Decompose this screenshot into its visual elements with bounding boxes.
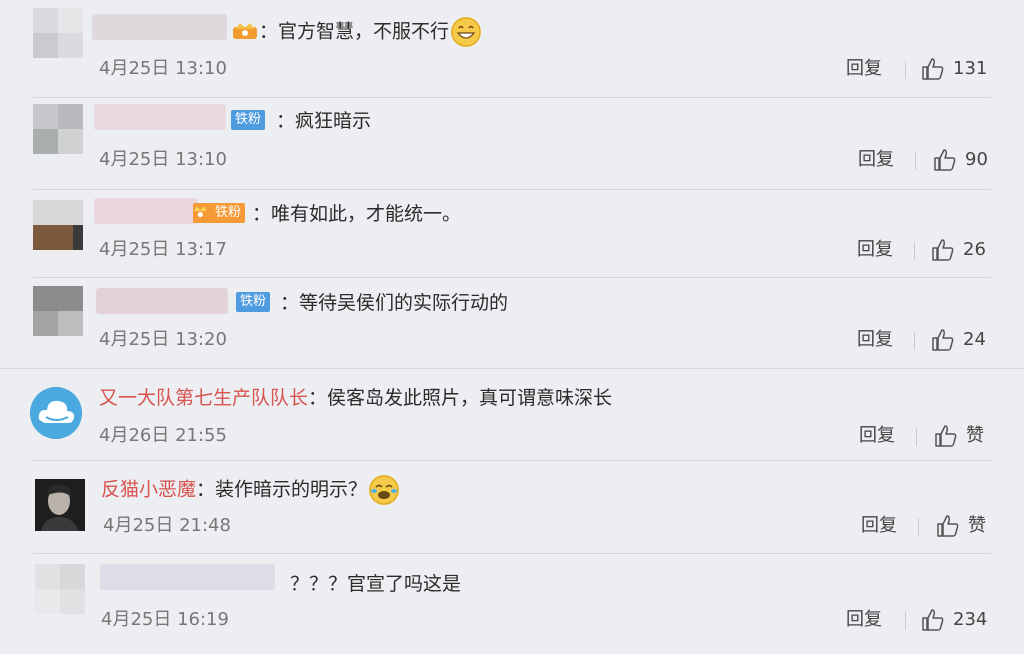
divider	[905, 61, 906, 79]
cloud-avatar-icon	[30, 387, 82, 439]
portrait-avatar-icon	[35, 479, 85, 531]
avatar[interactable]	[35, 564, 85, 614]
like-count: 赞	[968, 515, 986, 536]
comment-item: ？？？官宣了吗这是 4月25日 16:19 回复 234	[0, 554, 1024, 654]
comment-item: 铁粉 ：疯狂暗示 4月25日 13:10 回复 90	[0, 98, 1024, 188]
like-count: 26	[963, 239, 986, 260]
thumbs-up-icon	[922, 609, 944, 631]
like-button[interactable]: 24	[931, 327, 986, 353]
separator	[0, 368, 1024, 369]
like-button[interactable]: 90	[933, 147, 988, 173]
comment-time: 4月25日 13:10	[99, 149, 227, 170]
thumbs-up-icon	[922, 58, 944, 80]
avatar[interactable]	[30, 387, 82, 439]
divider	[916, 428, 917, 446]
divider	[905, 612, 906, 630]
fan-badge: 铁粉	[231, 110, 266, 130]
like-count: 90	[965, 149, 988, 170]
comment-list: ：官方智慧，不服不行 4月25日 13:10 回复 131 铁粉 ：疯狂暗示 4…	[0, 0, 1024, 654]
comment-text: 又一大队第七生产队队长：侯客岛发此照片，真可谓意味深长	[99, 387, 613, 409]
comment-time: 4月26日 21:55	[99, 425, 227, 446]
grin-emoji-icon	[451, 17, 482, 47]
comment-text: ：官方智慧，不服不行	[259, 17, 482, 47]
crown-icon	[191, 202, 217, 222]
thumbs-up-icon	[932, 239, 954, 261]
like-button[interactable]: 赞	[934, 423, 984, 449]
avatar[interactable]	[33, 286, 83, 336]
reply-button[interactable]: 回复	[857, 328, 893, 352]
avatar[interactable]	[33, 104, 83, 154]
like-count: 131	[953, 58, 988, 79]
crown-icon	[232, 20, 258, 40]
thumbs-up-icon	[932, 329, 954, 351]
thumbs-up-icon	[937, 515, 959, 537]
comment-text: ？？？官宣了吗这是	[290, 573, 462, 595]
reply-button[interactable]: 回复	[846, 57, 882, 81]
reply-button[interactable]: 回复	[846, 608, 882, 632]
username-redacted[interactable]	[92, 14, 227, 40]
like-count: 24	[963, 329, 986, 350]
username-redacted[interactable]	[100, 564, 275, 590]
laugh-cry-emoji-icon	[369, 475, 400, 505]
comment-item: 铁粉 ：唯有如此，才能统一。 4月25日 13:17 回复 26	[0, 190, 1024, 278]
thumbs-up-icon	[934, 149, 956, 171]
like-count: 234	[953, 609, 988, 630]
username-link[interactable]: 又一大队第七生产队队长	[99, 387, 308, 409]
like-button[interactable]: 131	[921, 56, 987, 82]
comment-time: 4月25日 13:17	[99, 239, 227, 260]
reply-button[interactable]: 回复	[861, 514, 897, 538]
like-button[interactable]: 234	[921, 607, 987, 633]
comment-time: 4月25日 16:19	[101, 609, 229, 630]
divider	[914, 242, 915, 260]
comment-time: 4月25日 13:10	[99, 58, 227, 79]
divider	[914, 332, 915, 350]
divider	[918, 518, 919, 536]
like-count: 赞	[966, 425, 984, 446]
thumbs-up-icon	[935, 425, 957, 447]
comment-item: 铁粉 ：等待吴侯们的实际行动的 4月25日 13:20 回复 24	[0, 278, 1024, 366]
separator	[33, 460, 991, 461]
comment-item: ：官方智慧，不服不行 4月25日 13:10 回复 131	[0, 0, 1024, 92]
comment-item: 又一大队第七生产队队长：侯客岛发此照片，真可谓意味深长 4月26日 21:55 …	[0, 370, 1024, 462]
avatar[interactable]	[33, 8, 83, 58]
reply-button[interactable]: 回复	[858, 148, 894, 172]
fan-badge: 铁粉	[236, 292, 271, 312]
like-button[interactable]: 赞	[936, 513, 986, 539]
like-button[interactable]: 26	[931, 237, 986, 263]
reply-button[interactable]: 回复	[857, 238, 893, 262]
username-redacted[interactable]	[94, 104, 226, 130]
comment-time: 4月25日 13:20	[99, 329, 227, 350]
avatar[interactable]	[35, 479, 85, 531]
comment-text: 反猫小恶魔：装作暗示的明示？	[101, 475, 400, 505]
comment-text: ：等待吴侯们的实际行动的	[280, 292, 509, 314]
comment-text: ：唯有如此，才能统一。	[252, 203, 462, 225]
comment-time: 4月25日 21:48	[103, 515, 231, 536]
username-link[interactable]: 反猫小恶魔	[101, 479, 196, 501]
comment-item: 反猫小恶魔：装作暗示的明示？ 4月25日 21:48 回复 赞	[0, 462, 1024, 552]
divider	[915, 152, 916, 170]
comment-text: ：疯狂暗示	[276, 110, 372, 132]
username-redacted[interactable]	[94, 198, 198, 224]
reply-button[interactable]: 回复	[859, 424, 895, 448]
avatar[interactable]	[33, 200, 83, 250]
username-redacted[interactable]	[96, 288, 228, 314]
